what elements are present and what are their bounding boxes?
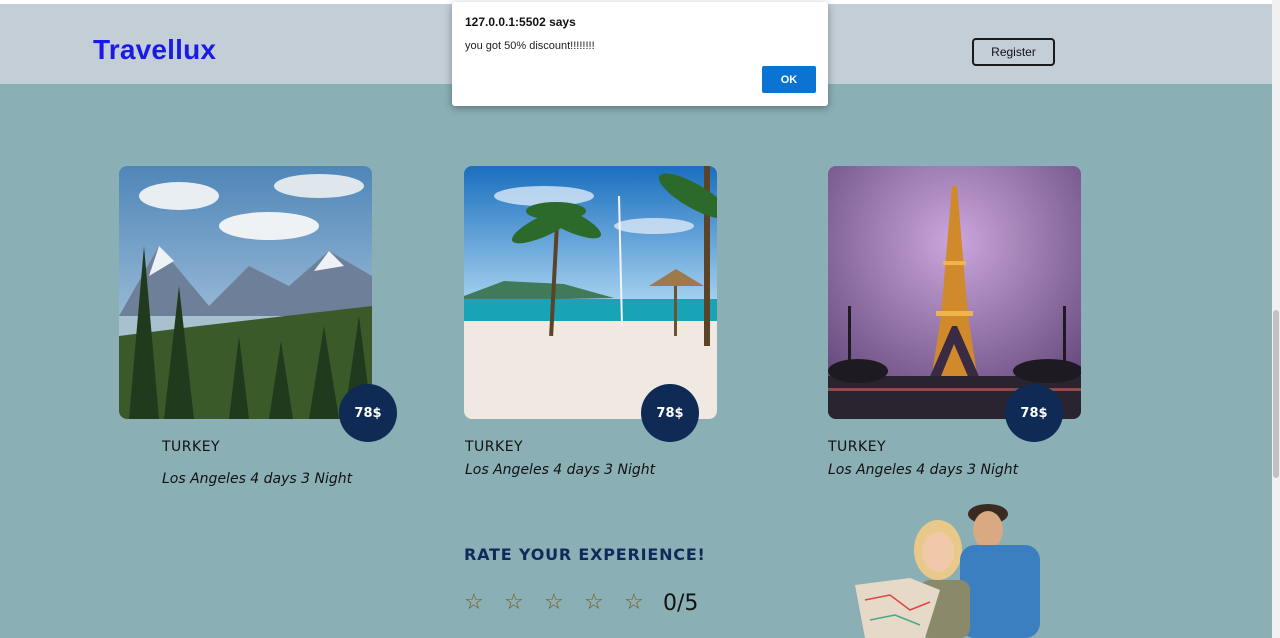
star-icon[interactable]: ☆	[624, 588, 664, 618]
star-rating: ☆ ☆ ☆ ☆ ☆ 0/5	[464, 588, 698, 618]
couple-with-map-image	[850, 490, 1050, 638]
star-icon[interactable]: ☆	[584, 588, 624, 618]
alert-dialog: 127.0.0.1:5502 says you got 50% discount…	[452, 2, 828, 106]
star-icon[interactable]: ☆	[464, 588, 504, 618]
card-description: Los Angeles 4 days 3 Night	[162, 471, 353, 487]
price-badge: 78$	[339, 384, 397, 442]
logo[interactable]: Travellux	[93, 34, 216, 66]
ok-button[interactable]: OK	[762, 66, 816, 93]
card-title: TURKEY	[162, 439, 221, 455]
star-icon[interactable]: ☆	[504, 588, 544, 618]
card-image-beach[interactable]	[464, 166, 717, 419]
card-image-eiffel-tower[interactable]	[828, 166, 1081, 419]
register-button[interactable]: Register	[972, 38, 1055, 66]
card-description: Los Angeles 4 days 3 Night	[828, 462, 1019, 478]
price-badge: 78$	[641, 384, 699, 442]
star-icon[interactable]: ☆	[544, 588, 584, 618]
rating-title: RATE YOUR EXPERIENCE!	[464, 545, 706, 564]
dialog-title: 127.0.0.1:5502 says	[465, 15, 576, 29]
price-badge: 78$	[1005, 384, 1063, 442]
dialog-message: you got 50% discount!!!!!!!!	[465, 40, 595, 52]
card-title: TURKEY	[465, 439, 524, 455]
card-title: TURKEY	[828, 439, 887, 455]
card-image-mountains[interactable]	[119, 166, 372, 419]
rating-score: 0/5	[663, 590, 699, 616]
scrollbar-thumb[interactable]	[1273, 310, 1279, 478]
card-description: Los Angeles 4 days 3 Night	[465, 462, 656, 478]
